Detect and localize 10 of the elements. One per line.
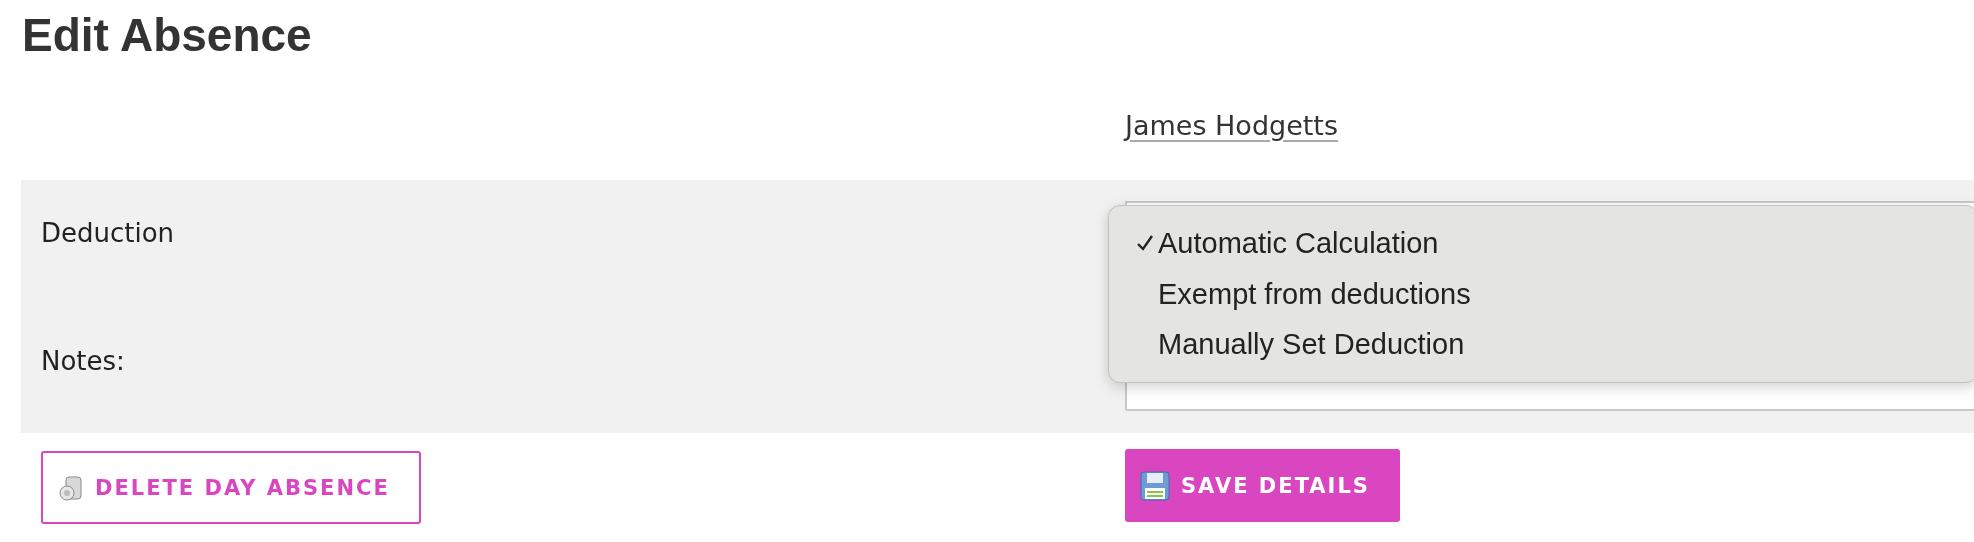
field-label: Notes: <box>41 346 126 376</box>
delete-button[interactable]: DELETE DAY ABSENCE <box>41 451 421 524</box>
menu-option[interactable]: Automatic Calculation <box>1109 218 1974 269</box>
menu-option[interactable]: Exempt from deductions <box>1109 268 1974 320</box>
menu-option[interactable]: Manually Set Deduction <box>1109 319 1974 370</box>
bin-icon <box>57 473 85 502</box>
field-label: Deduction <box>41 218 176 248</box>
save-button[interactable]: SAVE DETAILS <box>1125 449 1400 522</box>
page-title: Edit Absence <box>21 8 313 63</box>
employee-link[interactable]: James Hodgetts <box>1125 109 1339 141</box>
